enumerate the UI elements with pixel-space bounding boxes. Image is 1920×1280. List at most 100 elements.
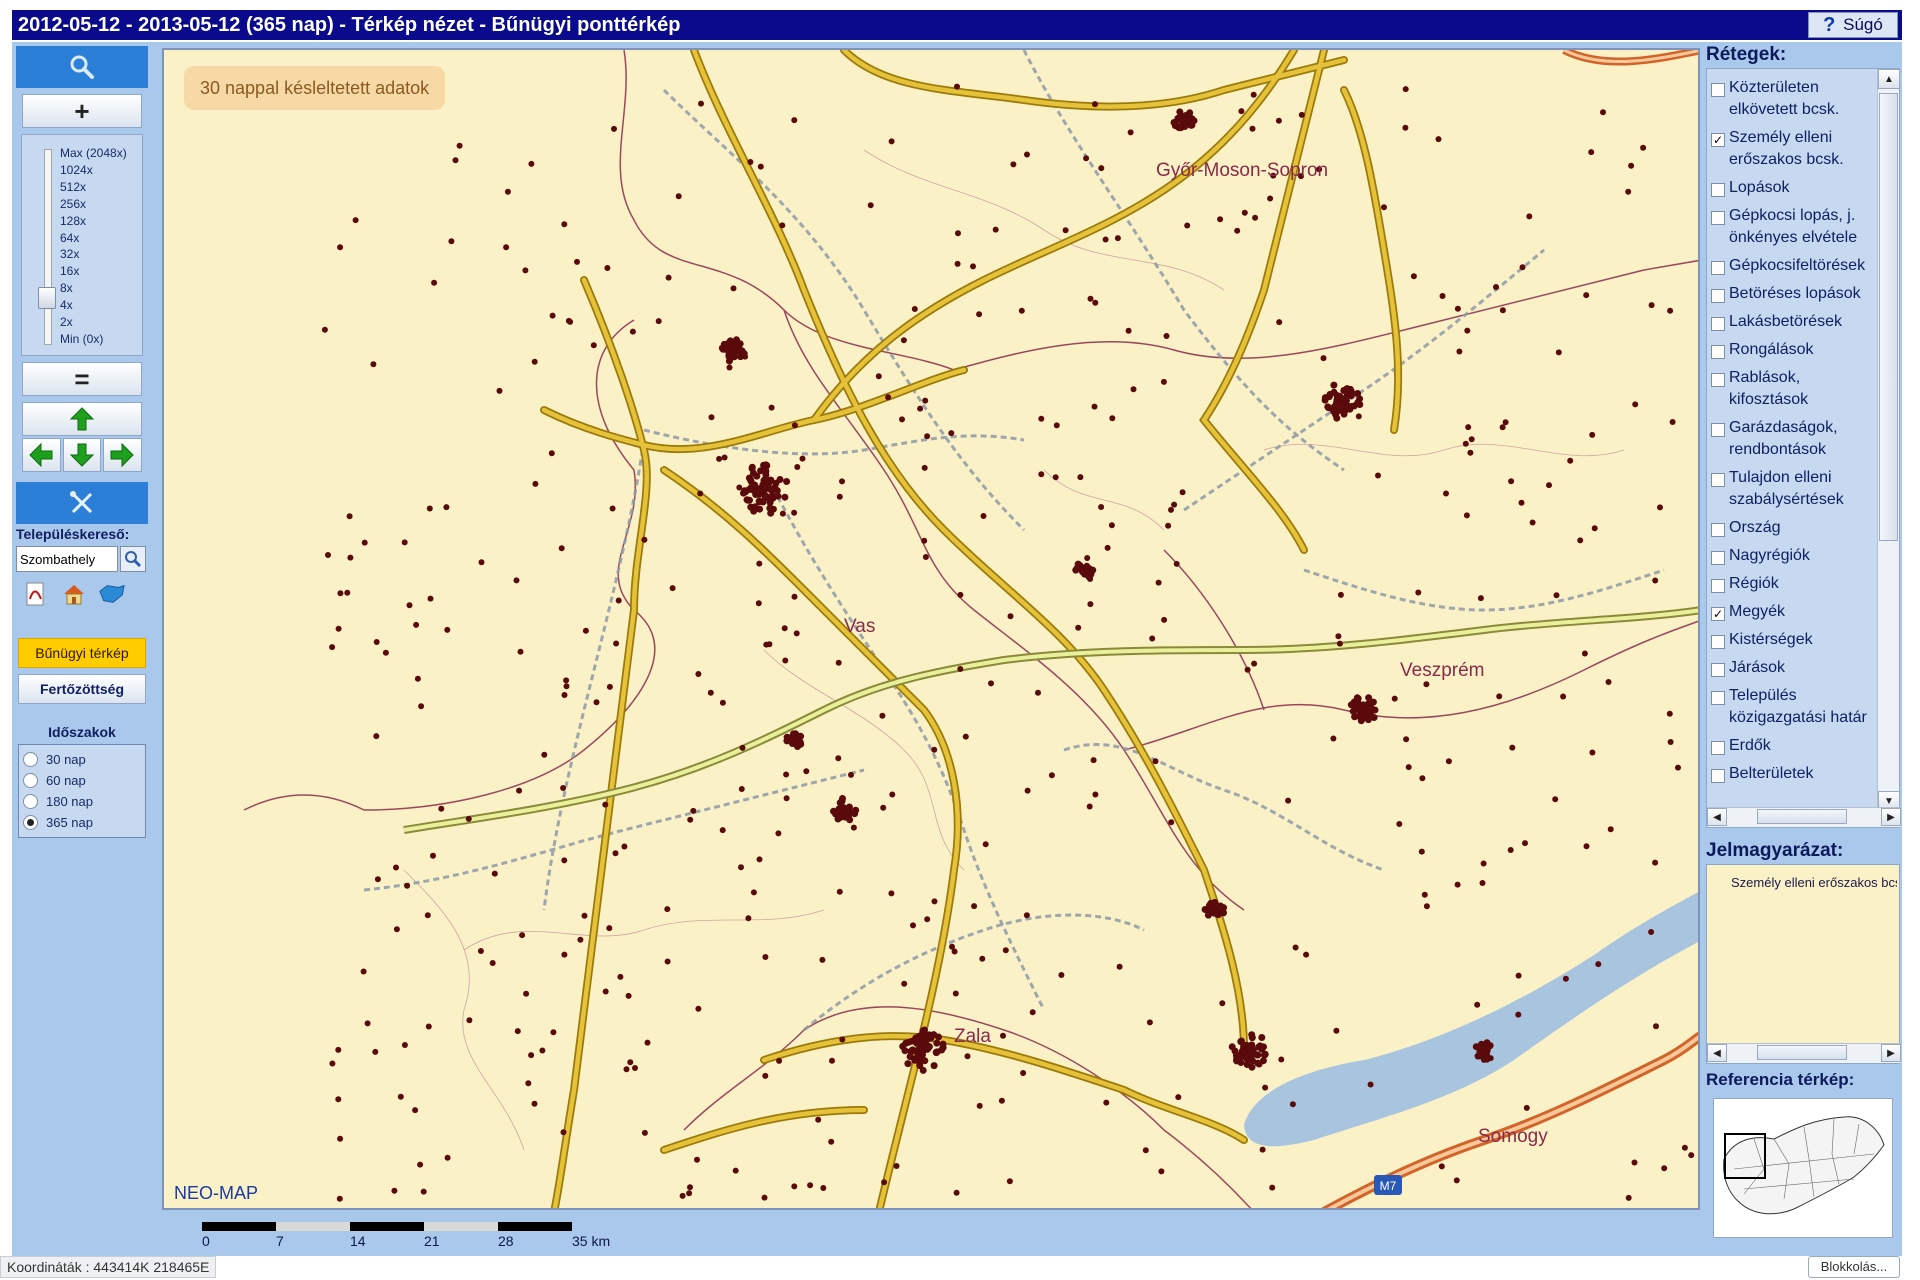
layer-checkbox[interactable] bbox=[1711, 663, 1725, 677]
layer-item[interactable]: Lopások bbox=[1707, 175, 1875, 203]
crime-point bbox=[1149, 635, 1156, 642]
zoom-slider-track[interactable] bbox=[44, 149, 52, 345]
layers-vertical-scrollbar[interactable]: ▲ ▼ bbox=[1877, 69, 1900, 811]
map-view[interactable]: M7 30 nappal késleltetett adatok Győr-Mo… bbox=[162, 48, 1700, 1210]
radio-button[interactable] bbox=[23, 815, 38, 830]
map-canvas[interactable]: M7 bbox=[164, 50, 1700, 1210]
crime-point bbox=[728, 352, 736, 360]
layer-item[interactable]: Gépkocsifeltörések bbox=[1707, 253, 1875, 281]
legend-hscroll-thumb[interactable] bbox=[1757, 1045, 1847, 1060]
layer-checkbox[interactable] bbox=[1711, 691, 1725, 705]
layer-checkbox[interactable] bbox=[1711, 769, 1725, 783]
crime-point bbox=[346, 513, 353, 520]
pan-up-button[interactable] bbox=[22, 402, 142, 436]
layer-item[interactable]: Betöréses lopások bbox=[1707, 281, 1875, 309]
crime-point bbox=[1188, 121, 1196, 129]
layer-checkbox[interactable] bbox=[1711, 183, 1725, 197]
zoom-in-button[interactable]: + bbox=[22, 94, 142, 128]
place-search-button[interactable] bbox=[120, 546, 146, 572]
infection-tab[interactable]: Fertőzöttség bbox=[18, 674, 146, 704]
legend-scroll-left-button[interactable]: ◀ bbox=[1707, 1044, 1727, 1062]
zoom-tool-header[interactable] bbox=[16, 46, 148, 88]
crime-point bbox=[1325, 404, 1333, 412]
scroll-up-button[interactable]: ▲ bbox=[1878, 69, 1900, 89]
crime-point bbox=[839, 478, 845, 485]
tools-header[interactable] bbox=[16, 482, 148, 524]
radio-button[interactable] bbox=[23, 752, 38, 767]
scroll-left-button[interactable]: ◀ bbox=[1707, 808, 1727, 826]
layer-item[interactable]: Rongálások bbox=[1707, 337, 1875, 365]
layer-item[interactable]: Garázdaságok, rendbontások bbox=[1707, 415, 1875, 465]
period-option[interactable]: 30 nap bbox=[23, 749, 141, 770]
reference-map[interactable] bbox=[1713, 1098, 1893, 1238]
wrench-screwdriver-icon bbox=[70, 491, 93, 514]
crime-point bbox=[931, 746, 938, 753]
pan-left-button[interactable] bbox=[22, 438, 61, 472]
crime-point bbox=[593, 699, 600, 706]
layer-item[interactable]: Belterületek bbox=[1707, 761, 1875, 789]
layer-item[interactable]: Erdők bbox=[1707, 733, 1875, 761]
zoom-scale[interactable]: Max (2048x) 1024x 512x 256x 128x 64x 32x 16x 8x 4… bbox=[21, 134, 143, 356]
block-button[interactable]: Blokkolás... bbox=[1808, 1256, 1900, 1278]
layer-checkbox[interactable] bbox=[1711, 261, 1725, 275]
layer-item[interactable]: Ország bbox=[1707, 515, 1875, 543]
crime-point bbox=[612, 850, 619, 857]
layer-checkbox[interactable] bbox=[1711, 211, 1725, 225]
crime-point bbox=[609, 505, 616, 512]
radio-button[interactable] bbox=[23, 773, 38, 788]
layer-checkbox[interactable] bbox=[1711, 317, 1725, 331]
layer-checkbox[interactable] bbox=[1711, 551, 1725, 565]
crime-point bbox=[1583, 843, 1590, 850]
place-search-input[interactable] bbox=[16, 546, 118, 572]
pan-right-button[interactable] bbox=[103, 438, 142, 472]
railway-lines bbox=[363, 50, 1665, 1032]
layer-item[interactable]: Lakásbetörések bbox=[1707, 309, 1875, 337]
legend-scroll-right-button[interactable]: ▶ bbox=[1881, 1044, 1901, 1062]
period-option[interactable]: 180 nap bbox=[23, 791, 141, 812]
layer-item[interactable]: ✓ Megyék bbox=[1707, 599, 1875, 627]
layer-item[interactable]: Rablások, kifosztások bbox=[1707, 365, 1875, 415]
layer-item[interactable]: Közterületen elkövetett bcsk. bbox=[1707, 75, 1875, 125]
pan-down-button[interactable] bbox=[62, 438, 102, 472]
layer-item[interactable]: Gépkocsi lopás, j. önkényes elvétele bbox=[1707, 203, 1875, 253]
zoom-slider-handle[interactable] bbox=[38, 287, 56, 309]
scroll-right-button[interactable]: ▶ bbox=[1881, 808, 1901, 826]
legend-horizontal-scrollbar[interactable]: ◀ ▶ bbox=[1707, 1043, 1901, 1063]
help-button[interactable]: ? Súgó bbox=[1808, 12, 1898, 38]
period-option[interactable]: 60 nap bbox=[23, 770, 141, 791]
layer-item[interactable]: Járások bbox=[1707, 655, 1875, 683]
layer-checkbox[interactable] bbox=[1711, 579, 1725, 593]
layer-checkbox[interactable] bbox=[1711, 289, 1725, 303]
layer-item[interactable]: ✓ Személy elleni erőszakos bcsk. bbox=[1707, 125, 1875, 175]
layer-checkbox[interactable]: ✓ bbox=[1711, 133, 1725, 147]
layer-checkbox[interactable] bbox=[1711, 473, 1725, 487]
layer-item[interactable]: Település közigazgatási határ bbox=[1707, 683, 1875, 733]
layers-hscroll-thumb[interactable] bbox=[1757, 809, 1847, 824]
pdf-export-icon[interactable] bbox=[22, 580, 50, 608]
layer-checkbox[interactable] bbox=[1711, 741, 1725, 755]
region-map-icon[interactable] bbox=[98, 580, 126, 608]
layer-checkbox[interactable] bbox=[1711, 373, 1725, 387]
zoom-out-button[interactable]: = bbox=[22, 362, 142, 396]
layers-scroll-thumb[interactable] bbox=[1879, 93, 1898, 541]
crime-map-tab[interactable]: Bűnügyi térkép bbox=[18, 638, 146, 668]
reference-viewport-box[interactable] bbox=[1724, 1133, 1766, 1179]
layer-checkbox[interactable] bbox=[1711, 83, 1725, 97]
period-label: 365 nap bbox=[46, 815, 93, 830]
period-option[interactable]: 365 nap bbox=[23, 812, 141, 833]
radio-button[interactable] bbox=[23, 794, 38, 809]
layer-item[interactable]: Régiók bbox=[1707, 571, 1875, 599]
layer-checkbox[interactable] bbox=[1711, 423, 1725, 437]
crime-point bbox=[561, 692, 568, 698]
crime-point bbox=[755, 498, 763, 506]
layer-item[interactable]: Nagyrégiók bbox=[1707, 543, 1875, 571]
layer-checkbox[interactable] bbox=[1711, 345, 1725, 359]
layers-horizontal-scrollbar[interactable]: ◀ ▶ bbox=[1707, 807, 1901, 827]
layer-checkbox[interactable] bbox=[1711, 635, 1725, 649]
crime-point bbox=[1402, 86, 1409, 93]
home-icon[interactable] bbox=[60, 580, 88, 608]
layer-item[interactable]: Tulajdon elleni szabálysértések bbox=[1707, 465, 1875, 515]
layer-checkbox[interactable]: ✓ bbox=[1711, 607, 1725, 621]
layer-checkbox[interactable] bbox=[1711, 523, 1725, 537]
layer-item[interactable]: Kistérségek bbox=[1707, 627, 1875, 655]
